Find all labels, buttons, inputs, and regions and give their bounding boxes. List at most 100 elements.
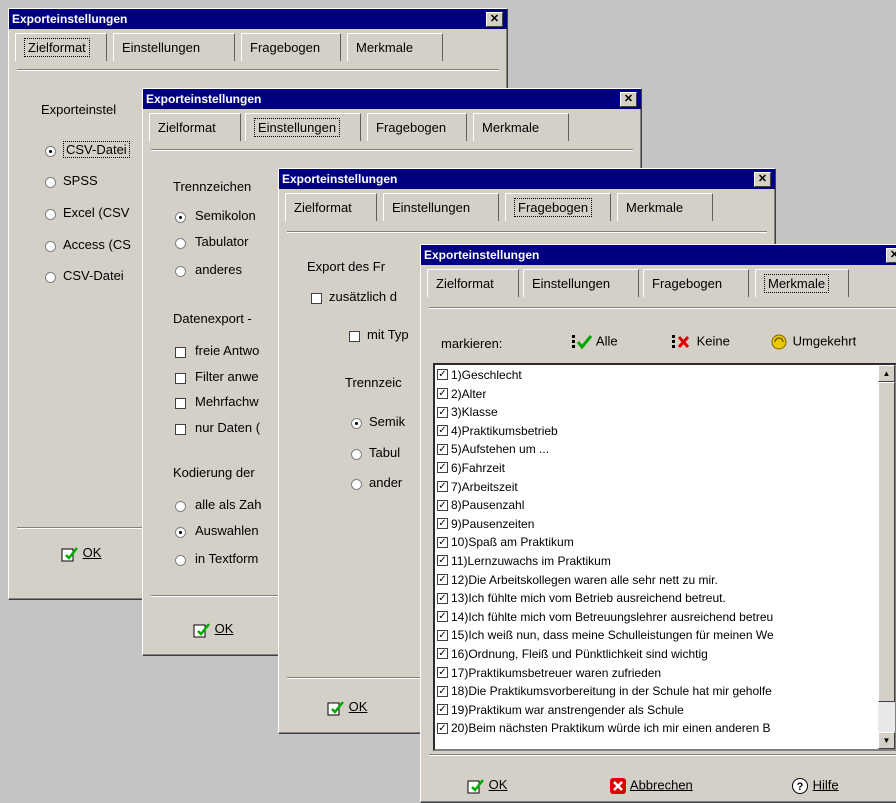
- radio-auswahlen-label: Auswahlen: [195, 523, 259, 538]
- tab-merkmale[interactable]: Merkmale: [347, 33, 443, 61]
- list-item-checkbox[interactable]: ✓: [437, 704, 448, 716]
- list-item-checkbox[interactable]: ✓: [437, 499, 448, 511]
- radio-csv-label: CSV-Datei: [63, 141, 130, 158]
- list-item-checkbox[interactable]: ✓: [437, 648, 448, 660]
- ok-button[interactable]: OK: [467, 777, 507, 794]
- list-item-checkbox[interactable]: ✓: [437, 722, 448, 734]
- list-item[interactable]: ✓ 3)Klasse: [437, 403, 498, 421]
- list-item-checkbox[interactable]: ✓: [437, 425, 448, 437]
- check-freie-antworten[interactable]: [175, 347, 186, 358]
- title-bar[interactable]: Exporteinstellungen ✕: [279, 169, 775, 189]
- tab-zielformat[interactable]: Zielformat: [285, 193, 377, 221]
- title-bar[interactable]: Exporteinstellungen ✕: [9, 9, 507, 29]
- radio-alle-als-zahl[interactable]: [175, 501, 186, 512]
- list-item-checkbox[interactable]: ✓: [437, 573, 448, 585]
- radio-access[interactable]: [45, 241, 56, 252]
- radio-spss[interactable]: [45, 177, 56, 188]
- radio-anderes[interactable]: [175, 266, 186, 277]
- list-item-checkbox[interactable]: ✓: [437, 555, 448, 567]
- ok-button[interactable]: OK: [193, 621, 233, 638]
- tab-einstellungen[interactable]: Einstellungen: [113, 33, 235, 61]
- title-bar[interactable]: Exporteinstellungen ✕: [143, 89, 641, 109]
- scroll-thumb[interactable]: [878, 382, 895, 702]
- list-item[interactable]: ✓ 12)Die Arbeitskollegen waren alle sehr …: [437, 571, 718, 589]
- tab-einstellungen[interactable]: Einstellungen: [523, 269, 639, 297]
- radio-csv[interactable]: [45, 146, 56, 157]
- list-item[interactable]: ✓ 16)Ordnung, Fleiß und Pünktlichkeit sin…: [437, 645, 708, 663]
- list-item-checkbox[interactable]: ✓: [437, 443, 448, 455]
- close-button[interactable]: ✕: [486, 12, 503, 27]
- list-item[interactable]: ✓ 11)Lernzuwachs im Praktikum: [437, 552, 611, 570]
- list-item[interactable]: ✓ 14)Ich fühlte mich vom Betreuungslehrer…: [437, 608, 773, 626]
- list-item-checkbox[interactable]: ✓: [437, 369, 448, 381]
- radio-excel[interactable]: [45, 209, 56, 220]
- list-item[interactable]: ✓ 5)Aufstehen um ...: [437, 440, 549, 458]
- list-item[interactable]: ✓ 4)Praktikumsbetrieb: [437, 422, 558, 440]
- list-item-checkbox[interactable]: ✓: [437, 480, 448, 492]
- list-item-checkbox[interactable]: ✓: [437, 518, 448, 530]
- list-item-checkbox[interactable]: ✓: [437, 387, 448, 399]
- list-scrollbar[interactable]: ▲ ▼: [878, 365, 895, 749]
- title-bar[interactable]: Exporteinstellungen ✕: [421, 245, 896, 265]
- ok-button[interactable]: OK: [61, 545, 101, 562]
- list-item[interactable]: ✓ 13)Ich fühlte mich vom Betrieb ausreich…: [437, 589, 726, 607]
- tab-merkmale[interactable]: Merkmale: [473, 113, 569, 141]
- radio-textform[interactable]: [175, 555, 186, 566]
- radio-tabulator[interactable]: [351, 449, 362, 460]
- list-item[interactable]: ✓ 20)Beim nächsten Praktikum würde ich mi…: [437, 719, 771, 737]
- list-item-checkbox[interactable]: ✓: [437, 592, 448, 604]
- list-item[interactable]: ✓ 6)Fahrzeit: [437, 459, 505, 477]
- check-nur-daten[interactable]: [175, 424, 186, 435]
- list-item[interactable]: ✓ 9)Pausenzeiten: [437, 515, 534, 533]
- close-button[interactable]: ✕: [886, 248, 896, 263]
- list-item[interactable]: ✓ 18)Die Praktikumsvorbereitung in der Sc…: [437, 682, 772, 700]
- check-zusaetzlich[interactable]: [311, 293, 322, 304]
- list-item-checkbox[interactable]: ✓: [437, 462, 448, 474]
- tab-merkmale[interactable]: Merkmale: [617, 193, 713, 221]
- radio-auswahlen[interactable]: [175, 527, 186, 538]
- list-item[interactable]: ✓ 17)Praktikumsbetreuer waren zufrieden: [437, 664, 661, 682]
- radio-semikolon[interactable]: [351, 418, 362, 429]
- tab-zielformat[interactable]: Zielformat: [15, 33, 107, 61]
- tab-merkmale[interactable]: Merkmale: [755, 269, 849, 297]
- list-item-checkbox[interactable]: ✓: [437, 629, 448, 641]
- radio-semikolon[interactable]: [175, 212, 186, 223]
- radio-csv2[interactable]: [45, 272, 56, 283]
- radio-tabulator[interactable]: [175, 238, 186, 249]
- list-item[interactable]: ✓ 7)Arbeitszeit: [437, 478, 518, 496]
- tab-zielformat[interactable]: Zielformat: [427, 269, 519, 297]
- list-item-checkbox[interactable]: ✓: [437, 666, 448, 678]
- list-item-checkbox[interactable]: ✓: [437, 685, 448, 697]
- close-button[interactable]: ✕: [620, 92, 637, 107]
- tab-zielformat[interactable]: Zielformat: [149, 113, 241, 141]
- help-button[interactable]: ? Hilfe: [791, 777, 839, 795]
- cancel-button[interactable]: Abbrechen: [609, 777, 693, 795]
- merkmale-list[interactable]: ✓ 1)Geschlecht ✓ 2)Alter ✓ 3)Klasse ✓ 4)Praktik…: [433, 363, 896, 751]
- close-button[interactable]: ✕: [754, 172, 771, 187]
- tab-einstellungen[interactable]: Einstellungen: [245, 113, 361, 141]
- ok-button[interactable]: OK: [327, 699, 367, 716]
- list-item[interactable]: ✓ 15)Ich weiß nun, dass meine Schulleistu…: [437, 626, 774, 644]
- list-item-checkbox[interactable]: ✓: [437, 536, 448, 548]
- select-all-button[interactable]: Alle: [571, 333, 618, 351]
- list-item[interactable]: ✓ 8)Pausenzahl: [437, 496, 524, 514]
- select-none-button[interactable]: Keine: [671, 333, 730, 351]
- tab-fragebogen[interactable]: Fragebogen: [367, 113, 467, 141]
- check-filter[interactable]: [175, 373, 186, 384]
- list-item[interactable]: ✓ 10)Spaß am Praktikum: [437, 533, 574, 551]
- tab-fragebogen[interactable]: Fragebogen: [505, 193, 611, 221]
- list-item[interactable]: ✓ 2)Alter: [437, 385, 486, 403]
- tab-fragebogen[interactable]: Fragebogen: [241, 33, 341, 61]
- list-item-checkbox[interactable]: ✓: [437, 611, 448, 623]
- scroll-up-button[interactable]: ▲: [878, 365, 895, 382]
- invert-selection-button[interactable]: Umgekehrt: [769, 333, 856, 351]
- check-mehrfachwahl[interactable]: [175, 398, 186, 409]
- list-item[interactable]: ✓ 19)Praktikum war anstrengender als Schu…: [437, 701, 684, 719]
- tab-fragebogen[interactable]: Fragebogen: [643, 269, 749, 297]
- scroll-down-button[interactable]: ▼: [878, 732, 895, 749]
- radio-anderes[interactable]: [351, 479, 362, 490]
- tab-einstellungen[interactable]: Einstellungen: [383, 193, 499, 221]
- list-item-checkbox[interactable]: ✓: [437, 406, 448, 418]
- check-mit-typ[interactable]: [349, 331, 360, 342]
- list-item[interactable]: ✓ 1)Geschlecht: [437, 366, 522, 384]
